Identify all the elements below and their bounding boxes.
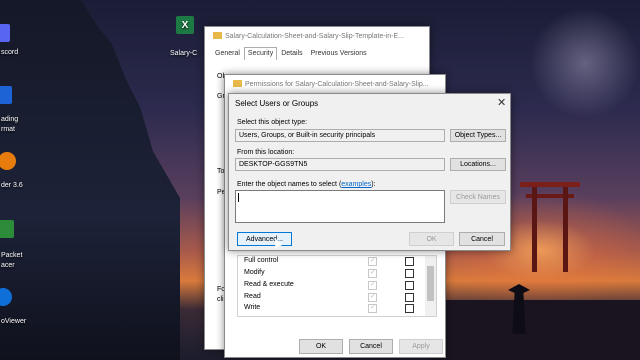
allow-checkbox[interactable]	[368, 268, 377, 278]
dialog-cancel-button[interactable]: Cancel	[459, 232, 505, 246]
allow-checkbox[interactable]	[368, 280, 377, 290]
allow-checkbox[interactable]	[368, 292, 377, 302]
permission-row-write: Write	[244, 304, 261, 311]
deny-checkbox[interactable]	[405, 304, 414, 313]
dialog-title: Select Users or Groups	[235, 99, 319, 108]
check-names-button[interactable]: Check Names	[450, 190, 506, 204]
select-users-dialog[interactable]: Select Users or Groups ✕ Select this obj…	[228, 93, 511, 251]
permissions-title: Permissions for Salary-Calculation-Sheet…	[245, 80, 429, 88]
tab-details[interactable]: Details	[277, 47, 306, 60]
allow-checkbox[interactable]	[368, 256, 377, 266]
castle-silhouette	[0, 0, 180, 360]
close-icon[interactable]: ✕	[497, 96, 506, 109]
deny-checkbox[interactable]	[405, 269, 414, 278]
permission-row-read-execute: Read & execute	[244, 281, 294, 288]
permission-row-modify: Modify	[244, 269, 265, 276]
click-advanced-label: cli	[217, 296, 224, 303]
advanced-button[interactable]: Advanced...	[237, 232, 292, 246]
deny-checkbox[interactable]	[405, 293, 414, 302]
permission-row-read: Read	[244, 293, 261, 300]
folder-icon	[213, 32, 222, 39]
location-label: From this location:	[237, 149, 295, 156]
tab-previous-versions[interactable]: Previous Versions	[307, 47, 371, 60]
permissions-ok-button[interactable]: OK	[299, 339, 343, 354]
ground	[430, 300, 640, 360]
torii-gate	[520, 182, 580, 272]
tab-general[interactable]: General	[211, 47, 244, 60]
object-type-field: Users, Groups, or Built-in security prin…	[235, 129, 445, 142]
packet-tracer-icon	[0, 220, 14, 238]
allow-checkbox[interactable]	[368, 303, 377, 313]
permissions-scrollbar[interactable]	[425, 256, 436, 316]
locations-button[interactable]: Locations...	[450, 158, 506, 171]
document-icon	[0, 86, 12, 104]
permissions-cancel-button[interactable]: Cancel	[349, 339, 393, 354]
folder-icon	[233, 80, 242, 87]
excel-icon: X	[176, 16, 194, 34]
discord-icon	[0, 24, 10, 42]
deny-checkbox[interactable]	[405, 257, 414, 266]
examples-link[interactable]: examples	[341, 181, 371, 188]
object-types-button[interactable]: Object Types...	[450, 129, 506, 142]
permission-row-full-control: Full control	[244, 257, 279, 264]
object-names-label: Enter the object names to select (exampl…	[237, 181, 376, 188]
dialog-ok-button[interactable]: OK	[409, 232, 454, 246]
tab-security[interactable]: Security	[243, 47, 278, 60]
location-field: DESKTOP-GGS9TN5	[235, 158, 445, 171]
permissions-apply-button[interactable]: Apply	[399, 339, 443, 354]
properties-title: Salary-Calculation-Sheet-and-Salary-Slip…	[225, 32, 404, 40]
moon-glow	[530, 8, 640, 118]
deny-checkbox[interactable]	[405, 281, 414, 290]
object-names-input[interactable]	[235, 190, 445, 223]
properties-tabs: General Security Details Previous Versio…	[211, 47, 371, 60]
text-cursor	[238, 193, 239, 202]
object-type-label: Select this object type:	[237, 119, 308, 126]
